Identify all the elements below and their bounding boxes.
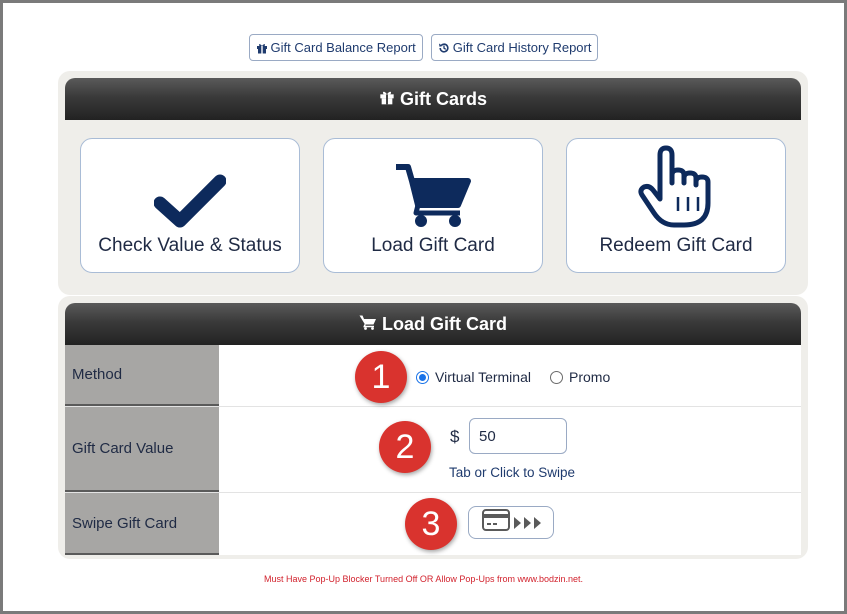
checkmark-icon	[81, 149, 299, 229]
promo-label: Promo	[569, 369, 611, 385]
gift-cards-header: Gift Cards	[65, 78, 801, 120]
gift-icon	[256, 42, 268, 54]
step-1-badge: 1	[355, 351, 407, 403]
gift-icon	[379, 89, 395, 110]
credit-card-icon	[481, 509, 510, 536]
radio-selected-icon	[416, 370, 429, 384]
method-label: Method	[65, 345, 219, 406]
virtual-terminal-label: Virtual Terminal	[435, 369, 531, 385]
history-report-label: Gift Card History Report	[452, 40, 592, 55]
gift-card-history-report-button[interactable]: Gift Card History Report	[430, 34, 599, 61]
gift-cards-title: Gift Cards	[399, 88, 487, 109]
swipe-gift-card-label: Swipe Gift Card	[65, 493, 219, 555]
load-gift-card-label: Load Gift Card	[371, 235, 495, 256]
load-gift-card-title: Load Gift Card	[382, 313, 507, 334]
redeem-gift-card-tile[interactable]: Redeem Gift Card	[566, 138, 786, 273]
check-value-status-label: Check Value & Status	[98, 235, 282, 256]
history-icon	[438, 42, 450, 54]
currency-symbol: $	[450, 427, 460, 446]
redeem-gift-card-label: Redeem Gift Card	[599, 235, 753, 256]
method-content: 1 Virtual Terminal Promo	[219, 345, 801, 406]
step-2-badge: 2	[379, 421, 431, 473]
load-gift-card-form: Method 1 Virtual Terminal Promo Gift Car…	[65, 345, 801, 555]
load-gift-card-tile[interactable]: Load Gift Card	[323, 138, 543, 273]
report-links: Gift Card Balance Report Gift Card Histo…	[3, 34, 844, 61]
gift-card-actions: Check Value & Status Load Gift Card Rede…	[80, 138, 786, 273]
check-value-status-tile[interactable]: Check Value & Status	[80, 138, 300, 273]
cart-icon	[359, 314, 377, 335]
popup-blocker-notice: Must Have Pop-Up Blocker Turned Off OR A…	[264, 574, 583, 584]
swipe-gift-card-button[interactable]	[468, 506, 554, 539]
pointing-hand-icon	[567, 145, 785, 229]
swipe-arrows-icon	[513, 516, 541, 529]
step-3-badge: 3	[405, 498, 457, 550]
balance-report-label: Gift Card Balance Report	[270, 40, 416, 55]
gift-card-value-label: Gift Card Value	[65, 407, 219, 492]
method-row: Method 1 Virtual Terminal Promo	[65, 345, 801, 407]
swipe-gift-card-content: 3	[219, 493, 801, 555]
method-promo-radio[interactable]: Promo	[550, 369, 610, 385]
swipe-hint: Tab or Click to Swipe	[449, 465, 576, 480]
gift-cards-panel: Gift Cards Check Value & Status Load Gif…	[58, 71, 808, 295]
gift-card-value-input[interactable]	[469, 418, 567, 454]
load-gift-card-header: Load Gift Card	[65, 303, 801, 345]
gift-card-value-content: 2 $ Tab or Click to Swipe	[219, 407, 801, 492]
load-gift-card-panel: Load Gift Card Method 1 Virtual Terminal…	[58, 296, 808, 559]
app-frame: Gift Card Balance Report Gift Card Histo…	[0, 0, 847, 614]
shopping-cart-icon	[324, 149, 542, 229]
gift-card-value-row: Gift Card Value 2 $ Tab or Click to Swip…	[65, 407, 801, 493]
method-virtual-terminal-radio[interactable]: Virtual Terminal	[416, 369, 531, 385]
gift-card-balance-report-button[interactable]: Gift Card Balance Report	[248, 34, 423, 61]
radio-unselected-icon	[550, 370, 563, 384]
swipe-gift-card-row: Swipe Gift Card 3	[65, 493, 801, 555]
